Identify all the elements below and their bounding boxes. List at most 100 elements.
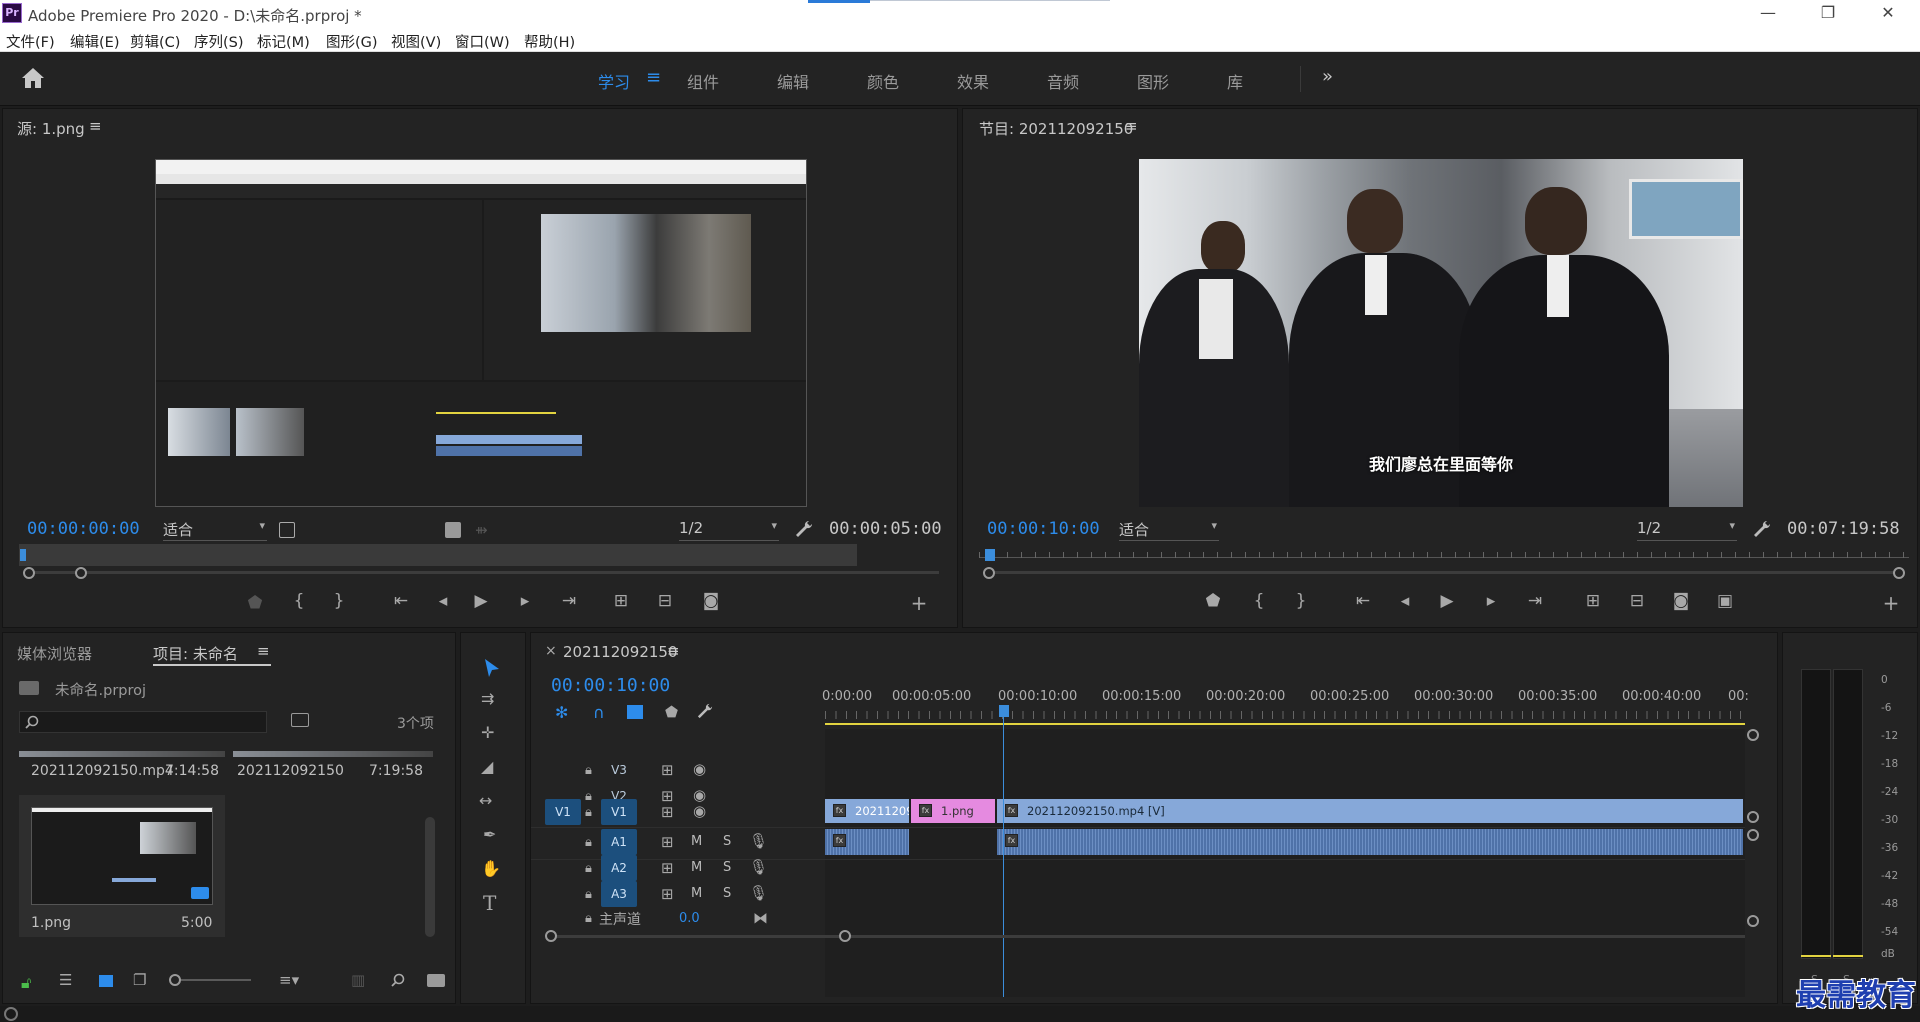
go-to-out-icon[interactable]: ⇥ xyxy=(1523,591,1547,611)
timeline-zoom-left-handle[interactable] xyxy=(545,930,557,942)
button-editor-icon[interactable]: + xyxy=(1879,591,1903,615)
sync-lock-icon[interactable]: ⊞ xyxy=(661,833,674,851)
clip-v1-b[interactable]: fx 1.png xyxy=(911,799,995,823)
microphone-icon[interactable]: 🎙︎ xyxy=(749,832,768,850)
overwrite-icon[interactable]: ⊟ xyxy=(653,591,677,611)
source-timecode[interactable]: 00:00:00:00 xyxy=(27,519,140,539)
workspace-effects[interactable]: 效果 xyxy=(957,69,989,93)
timeline-timecode[interactable]: 00:00:10:00 xyxy=(551,675,670,696)
track-select-tool-icon[interactable]: ⇉ xyxy=(481,689,494,708)
go-to-master-icon[interactable]: ⧓ xyxy=(753,909,768,927)
ripple-edit-tool-icon[interactable]: ✛ xyxy=(481,723,494,742)
solo-button[interactable]: S xyxy=(723,886,731,901)
program-timecode[interactable]: 00:00:10:00 xyxy=(987,519,1100,539)
audio-zoom-handle-2[interactable] xyxy=(1747,915,1759,927)
new-search-bin-icon[interactable] xyxy=(291,713,309,727)
wrench-icon[interactable] xyxy=(795,520,813,538)
track-lock-icon[interactable]: 🔒︎ xyxy=(585,789,592,804)
program-zoom-bar[interactable] xyxy=(989,571,1899,574)
source-zoom-bar[interactable] xyxy=(29,571,939,574)
menu-help[interactable]: 帮助(H) xyxy=(524,31,575,52)
solo-button[interactable]: S xyxy=(723,834,731,849)
go-to-out-icon[interactable]: ⇥ xyxy=(557,591,581,611)
program-playhead[interactable] xyxy=(985,549,995,561)
menu-marker[interactable]: 标记(M) xyxy=(257,31,310,52)
source-zoom-right-handle[interactable] xyxy=(75,567,87,579)
source-playhead[interactable] xyxy=(20,549,26,561)
find-icon[interactable] xyxy=(391,973,405,987)
project-search-input[interactable] xyxy=(19,711,267,733)
minimize-button[interactable]: — xyxy=(1740,0,1796,27)
insert-frame-icon[interactable] xyxy=(279,522,295,538)
menu-clip[interactable]: 剪辑(C) xyxy=(130,31,180,52)
clip-a1-c[interactable]: fx xyxy=(997,829,1743,855)
camera-icon[interactable]: ◙ xyxy=(699,591,723,611)
track-a1-label[interactable]: A1 xyxy=(601,829,637,855)
timeline-zoom-bar[interactable] xyxy=(555,935,1745,938)
tab-media-browser[interactable]: 媒体浏览器 xyxy=(17,643,92,664)
clip-v1-a[interactable]: fx 2021120921 xyxy=(825,799,909,823)
new-bin-icon[interactable] xyxy=(427,974,445,987)
pen-tool-icon[interactable]: ✒ xyxy=(483,825,496,844)
track-a3-label[interactable]: A3 xyxy=(601,881,637,907)
go-to-in-icon[interactable]: ⇤ xyxy=(1351,591,1375,611)
work-area-bar[interactable] xyxy=(825,723,1745,725)
mark-in-icon[interactable]: { xyxy=(1247,591,1271,611)
snap-icon[interactable]: ∩ xyxy=(593,703,605,722)
workspace-color[interactable]: 颜色 xyxy=(867,69,899,93)
extract-icon[interactable]: ⊟ xyxy=(1625,591,1649,611)
microphone-icon[interactable]: 🎙︎ xyxy=(749,884,768,902)
timeline-zoom-right-handle[interactable] xyxy=(839,930,851,942)
linked-selection-icon[interactable] xyxy=(627,705,643,719)
freeform-view-icon[interactable]: ❐ xyxy=(133,971,146,989)
sort-icon[interactable]: ≡▾ xyxy=(279,971,299,989)
add-marker-icon[interactable]: ⬟ xyxy=(665,703,678,721)
step-forward-icon[interactable]: ▸ xyxy=(1479,591,1503,611)
nest-toggle-icon[interactable]: ✻ xyxy=(555,703,568,722)
step-forward-icon[interactable]: ▸ xyxy=(513,591,537,611)
hand-tool-icon[interactable]: ✋ xyxy=(481,859,501,878)
timeline-panel-menu-icon[interactable]: ≡ xyxy=(667,642,680,660)
track-lock-icon[interactable]: 🔒︎ xyxy=(585,835,592,850)
home-icon[interactable] xyxy=(20,66,46,90)
menu-sequence[interactable]: 序列(S) xyxy=(194,31,244,52)
source-patch-v1[interactable]: V1 xyxy=(545,799,581,825)
workspace-menu-icon[interactable]: ≡ xyxy=(646,67,661,88)
drag-video-icon[interactable]: ⇻ xyxy=(475,521,488,539)
project-panel-menu-icon[interactable]: ≡ xyxy=(257,642,270,660)
wrench-icon[interactable] xyxy=(1753,520,1771,538)
close-sequence-icon[interactable]: × xyxy=(545,643,557,659)
sync-lock-icon[interactable]: ⊞ xyxy=(661,859,674,877)
lock-icon[interactable]: 🔓︎ xyxy=(21,973,31,993)
track-v3-label[interactable]: V3 xyxy=(601,757,637,783)
track-lock-icon[interactable]: 🔒︎ xyxy=(585,861,592,876)
step-back-icon[interactable]: ◂ xyxy=(431,591,455,611)
workspace-overflow-icon[interactable]: » xyxy=(1322,66,1333,87)
workspace-assembly[interactable]: 组件 xyxy=(687,69,719,93)
workspace-editing[interactable]: 编辑 xyxy=(777,69,809,93)
sync-lock-icon[interactable]: ⊞ xyxy=(661,885,674,903)
list-view-icon[interactable]: ☰ xyxy=(59,971,72,989)
safe-margins-icon[interactable] xyxy=(445,522,461,538)
mark-out-icon[interactable]: } xyxy=(327,591,351,611)
track-lock-icon[interactable]: 🔒︎ xyxy=(585,763,592,778)
sync-lock-icon[interactable]: ⊞ xyxy=(661,761,674,779)
sequence-tab[interactable]: 202112092150 xyxy=(563,643,678,661)
workspace-learning[interactable]: 学习 xyxy=(598,69,630,93)
track-a2-label[interactable]: A2 xyxy=(601,855,637,881)
eye-icon[interactable]: ◉ xyxy=(693,802,706,820)
play-icon[interactable]: ▶ xyxy=(1435,591,1459,611)
comparison-view-icon[interactable]: ▣ xyxy=(1713,591,1737,611)
source-zoom-left-handle[interactable] xyxy=(23,567,35,579)
sync-lock-icon[interactable]: ⊞ xyxy=(661,803,674,821)
source-monitor-title[interactable]: 源: 1.png xyxy=(17,118,85,139)
mark-in-icon[interactable]: { xyxy=(287,591,311,611)
track-area[interactable] xyxy=(825,729,1745,997)
program-zoom-left-handle[interactable] xyxy=(983,567,995,579)
workspace-audio[interactable]: 音频 xyxy=(1047,69,1079,93)
program-resolution-dropdown[interactable]: 1/2 ▾ xyxy=(1637,519,1737,541)
razor-tool-icon[interactable]: ◢ xyxy=(481,757,493,776)
item-2-name[interactable]: 202112092150 xyxy=(237,763,344,779)
clip-a1-a[interactable]: fx xyxy=(825,829,909,855)
track-lock-icon[interactable]: 🔒︎ xyxy=(585,911,592,926)
